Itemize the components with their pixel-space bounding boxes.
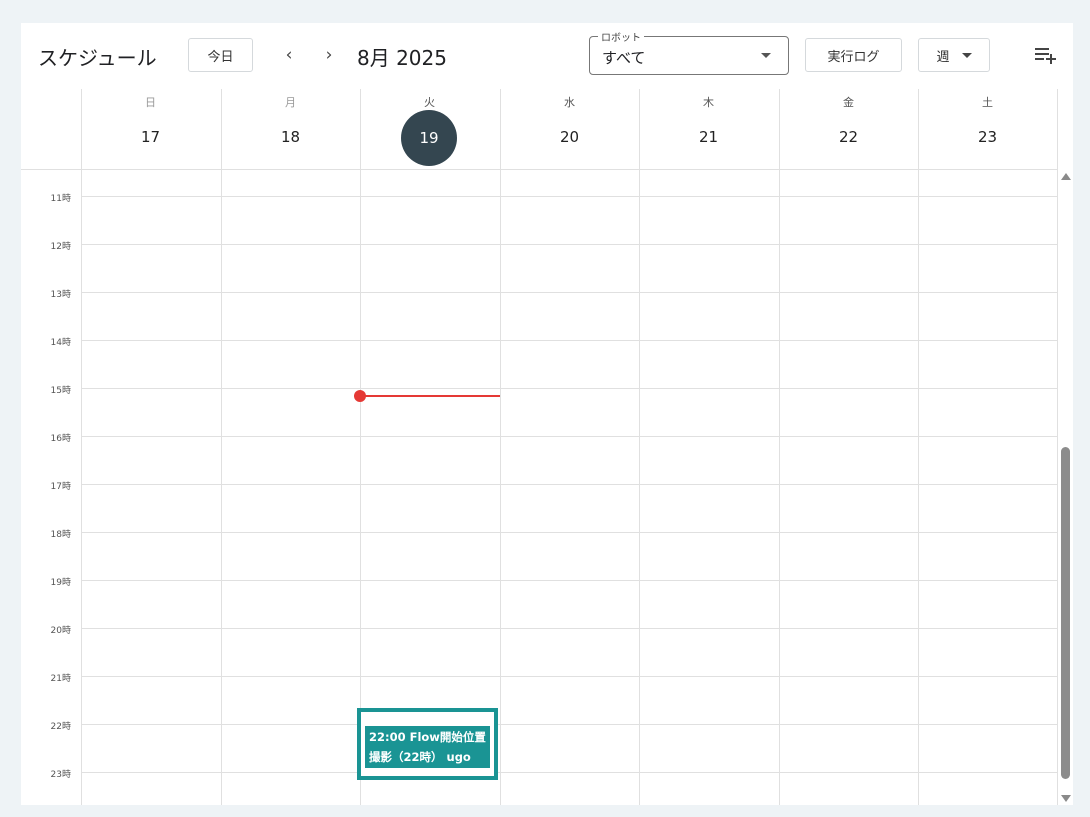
event-subtitle: 撮影（22時） ugo <box>369 750 471 764</box>
day-number[interactable]: 21 <box>639 128 778 146</box>
day-column-sun[interactable]: 日 17 <box>81 89 220 169</box>
hour-label: 22時 <box>50 722 71 732</box>
hour-line <box>81 292 1058 293</box>
hour-line <box>81 484 1058 485</box>
weekday-label: 月 <box>285 96 296 109</box>
hour-line <box>81 340 1058 341</box>
day-number[interactable]: 17 <box>81 128 220 146</box>
day-column-sat[interactable]: 土 23 <box>918 89 1057 169</box>
event-highlight: 22:00 Flow開始位置 撮影（22時） ugo <box>357 708 498 780</box>
hour-label: 11時 <box>50 194 71 204</box>
hour-line <box>81 388 1058 389</box>
view-select[interactable]: 週 <box>918 38 990 72</box>
hour-line <box>81 532 1058 533</box>
day-number[interactable]: 22 <box>779 128 918 146</box>
view-select-value: 週 <box>936 49 950 65</box>
scrollbar-thumb[interactable] <box>1061 447 1070 779</box>
weekday-label: 火 <box>424 96 435 109</box>
next-week-button[interactable]: › <box>319 45 339 65</box>
robot-select-value: すべて <box>602 49 646 67</box>
hour-line <box>81 628 1058 629</box>
toolbar: スケジュール 今日 ‹ › 8月 2025 ロボット すべて 実行ログ 週 <box>21 23 1073 89</box>
hour-line <box>81 244 1058 245</box>
playlist-add-icon[interactable] <box>1033 45 1057 67</box>
hour-label: 14時 <box>50 338 71 348</box>
robot-select-legend: ロボット <box>598 29 644 44</box>
day-column-fri[interactable]: 金 22 <box>779 89 918 169</box>
weekday-label: 木 <box>703 96 714 109</box>
event-title: 22:00 Flow開始位置 <box>369 730 486 744</box>
page-title: スケジュール <box>38 46 157 70</box>
execution-log-button[interactable]: 実行ログ <box>805 38 902 72</box>
today-button[interactable]: 今日 <box>188 38 253 72</box>
time-grid[interactable]: 11時 12時 13時 14時 15時 16時 17時 18時 19時 20時 … <box>21 89 1058 805</box>
scroll-up-arrow-icon[interactable] <box>1061 173 1071 180</box>
month-label: 8月 2025 <box>357 46 447 70</box>
hour-label: 15時 <box>50 386 71 396</box>
hour-label: 23時 <box>50 770 71 780</box>
hour-label: 12時 <box>50 242 71 252</box>
hour-label: 20時 <box>50 626 71 636</box>
current-time-dot <box>354 390 366 402</box>
hour-line <box>81 580 1058 581</box>
weekday-label: 水 <box>564 96 575 109</box>
day-column-thu[interactable]: 木 21 <box>639 89 778 169</box>
weekday-label: 金 <box>843 96 854 109</box>
day-column-wed[interactable]: 水 20 <box>500 89 639 169</box>
hour-line <box>81 772 1058 773</box>
robot-select[interactable]: ロボット すべて <box>589 29 789 75</box>
hour-label: 21時 <box>50 674 71 684</box>
hour-line <box>81 676 1058 677</box>
schedule-card: スケジュール 今日 ‹ › 8月 2025 ロボット すべて 実行ログ 週 日 … <box>21 23 1073 805</box>
chevron-down-icon <box>961 52 972 58</box>
day-column-tue[interactable]: 火 19 <box>360 89 499 169</box>
weekday-label: 日 <box>145 96 156 109</box>
day-number[interactable]: 20 <box>500 128 639 146</box>
vertical-scrollbar[interactable] <box>1058 169 1073 805</box>
hour-label: 19時 <box>50 578 71 588</box>
schedule-event[interactable]: 22:00 Flow開始位置 撮影（22時） ugo <box>365 726 490 768</box>
weekday-label: 土 <box>982 96 993 109</box>
hour-label: 18時 <box>50 530 71 540</box>
day-number[interactable]: 18 <box>221 128 360 146</box>
hour-line <box>81 196 1058 197</box>
hour-line <box>81 436 1058 437</box>
day-number[interactable]: 23 <box>918 128 1057 146</box>
hour-label: 13時 <box>50 290 71 300</box>
current-time-line <box>360 395 500 397</box>
prev-week-button[interactable]: ‹ <box>279 45 299 65</box>
day-column-mon[interactable]: 月 18 <box>221 89 360 169</box>
chevron-down-icon <box>761 53 771 58</box>
hour-line <box>81 724 1058 725</box>
scroll-down-arrow-icon[interactable] <box>1061 795 1071 802</box>
week-day-header: 日 17 月 18 火 19 水 20 木 21 金 22 土 23 <box>21 89 1058 170</box>
today-day-number[interactable]: 19 <box>401 110 457 166</box>
hour-label: 16時 <box>50 434 71 444</box>
hour-label: 17時 <box>50 482 71 492</box>
